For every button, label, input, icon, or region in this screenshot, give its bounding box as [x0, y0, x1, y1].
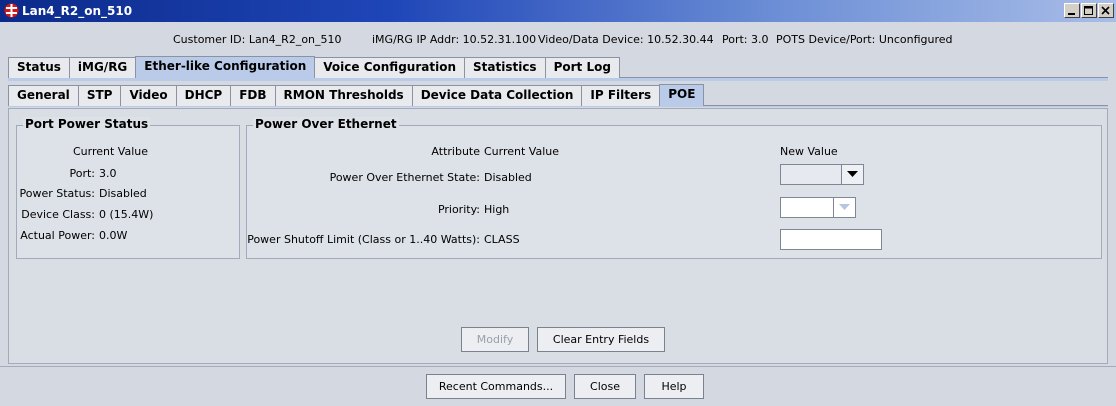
- power-over-ethernet-group: Power Over Ethernet Attribute Current Va…: [246, 117, 1102, 259]
- tab-poe[interactable]: POE: [659, 84, 705, 106]
- power-shutoff-label: Power Shutoff Limit (Class or 1..40 Watt…: [247, 233, 480, 246]
- port-value: 3.0: [99, 167, 117, 180]
- maximize-button[interactable]: [1081, 3, 1097, 18]
- port-power-status-title: Port Power Status: [23, 117, 151, 131]
- port-power-status-group: Port Power Status Current Value Port: 3.…: [16, 117, 240, 259]
- minimize-button[interactable]: [1064, 3, 1080, 18]
- port-label: Port:: [69, 167, 95, 180]
- main-tabs: Status iMG/RG Ether-like Configuration V…: [8, 56, 620, 78]
- tab-fdb[interactable]: FDB: [230, 85, 276, 106]
- poe-panel: Port Power Status Current Value Port: 3.…: [8, 108, 1108, 364]
- maximize-icon: [1084, 6, 1093, 15]
- power-over-ethernet-title: Power Over Ethernet: [253, 117, 399, 131]
- poe-state-label: Power Over Ethernet State:: [329, 171, 480, 184]
- tab-port-log[interactable]: Port Log: [544, 57, 620, 78]
- attribute-header: Attribute: [431, 145, 480, 158]
- current-value-header: Current Value: [484, 145, 560, 158]
- sub-tabs: General STP Video DHCP FDB RMON Threshol…: [8, 84, 705, 106]
- poe-state-dropdown-button[interactable]: [841, 165, 863, 184]
- priority-dropdown-button[interactable]: [833, 198, 855, 217]
- tab-img-rg[interactable]: iMG/RG: [68, 57, 137, 78]
- img-ip-addr: iMG/RG IP Addr: 10.52.31.100: [372, 33, 537, 46]
- minimize-icon: [1068, 13, 1075, 15]
- customer-id: Customer ID: Lan4_R2_on_510: [173, 33, 342, 46]
- chevron-down-icon: [847, 171, 858, 177]
- priority-label: Priority:: [437, 203, 480, 216]
- close-dialog-button[interactable]: Close: [574, 374, 636, 399]
- tab-stp[interactable]: STP: [77, 85, 122, 106]
- new-value-header: New Value: [780, 145, 838, 158]
- port-info: Port: 3.0: [722, 33, 769, 46]
- tab-status[interactable]: Status: [8, 57, 70, 78]
- app-icon: [4, 3, 19, 18]
- tab-device-data-collection[interactable]: Device Data Collection: [411, 85, 583, 106]
- poe-state-value: Disabled: [484, 171, 532, 184]
- priority-value: High: [484, 203, 510, 216]
- bottom-button-bar: Recent Commands... Close Help: [0, 366, 1116, 406]
- tab-video[interactable]: Video: [120, 85, 177, 106]
- port-power-current-header: Current Value: [73, 145, 149, 158]
- tab-statistics[interactable]: Statistics: [464, 57, 546, 78]
- chevron-down-icon: [839, 204, 850, 210]
- help-button[interactable]: Help: [644, 374, 704, 399]
- close-icon: [1101, 6, 1110, 15]
- modify-button[interactable]: Modify: [461, 327, 529, 352]
- power-shutoff-input[interactable]: [780, 229, 882, 250]
- pots-info: POTS Device/Port: Unconfigured: [776, 33, 953, 46]
- window-title: Lan4_R2_on_510: [22, 4, 133, 18]
- tab-general[interactable]: General: [8, 85, 79, 106]
- power-shutoff-value: CLASS: [484, 233, 520, 246]
- actual-power-value: 0.0W: [99, 229, 128, 242]
- title-bar[interactable]: Lan4_R2_on_510: [0, 0, 1116, 22]
- tab-dhcp[interactable]: DHCP: [175, 85, 232, 106]
- actual-power-label: Actual Power:: [20, 229, 95, 242]
- tab-ether-like-configuration[interactable]: Ether-like Configuration: [135, 56, 316, 78]
- video-data-device: Video/Data Device: 10.52.30.44: [538, 33, 714, 46]
- power-status-label: Power Status:: [19, 187, 95, 200]
- window: Lan4_R2_on_510 Customer ID: Lan4_R2_on_5…: [0, 0, 1116, 406]
- priority-select[interactable]: [780, 197, 856, 218]
- recent-commands-button[interactable]: Recent Commands...: [426, 374, 566, 399]
- clear-entry-fields-button[interactable]: Clear Entry Fields: [537, 327, 665, 352]
- tab-rmon-thresholds[interactable]: RMON Thresholds: [274, 85, 413, 106]
- tab-ip-filters[interactable]: IP Filters: [581, 85, 661, 106]
- device-class-value: 0 (15.4W): [99, 208, 154, 221]
- close-button[interactable]: [1098, 3, 1114, 18]
- tab-voice-configuration[interactable]: Voice Configuration: [314, 57, 465, 78]
- power-status-value: Disabled: [99, 187, 147, 200]
- poe-state-select[interactable]: [780, 164, 864, 185]
- device-class-label: Device Class:: [21, 208, 95, 221]
